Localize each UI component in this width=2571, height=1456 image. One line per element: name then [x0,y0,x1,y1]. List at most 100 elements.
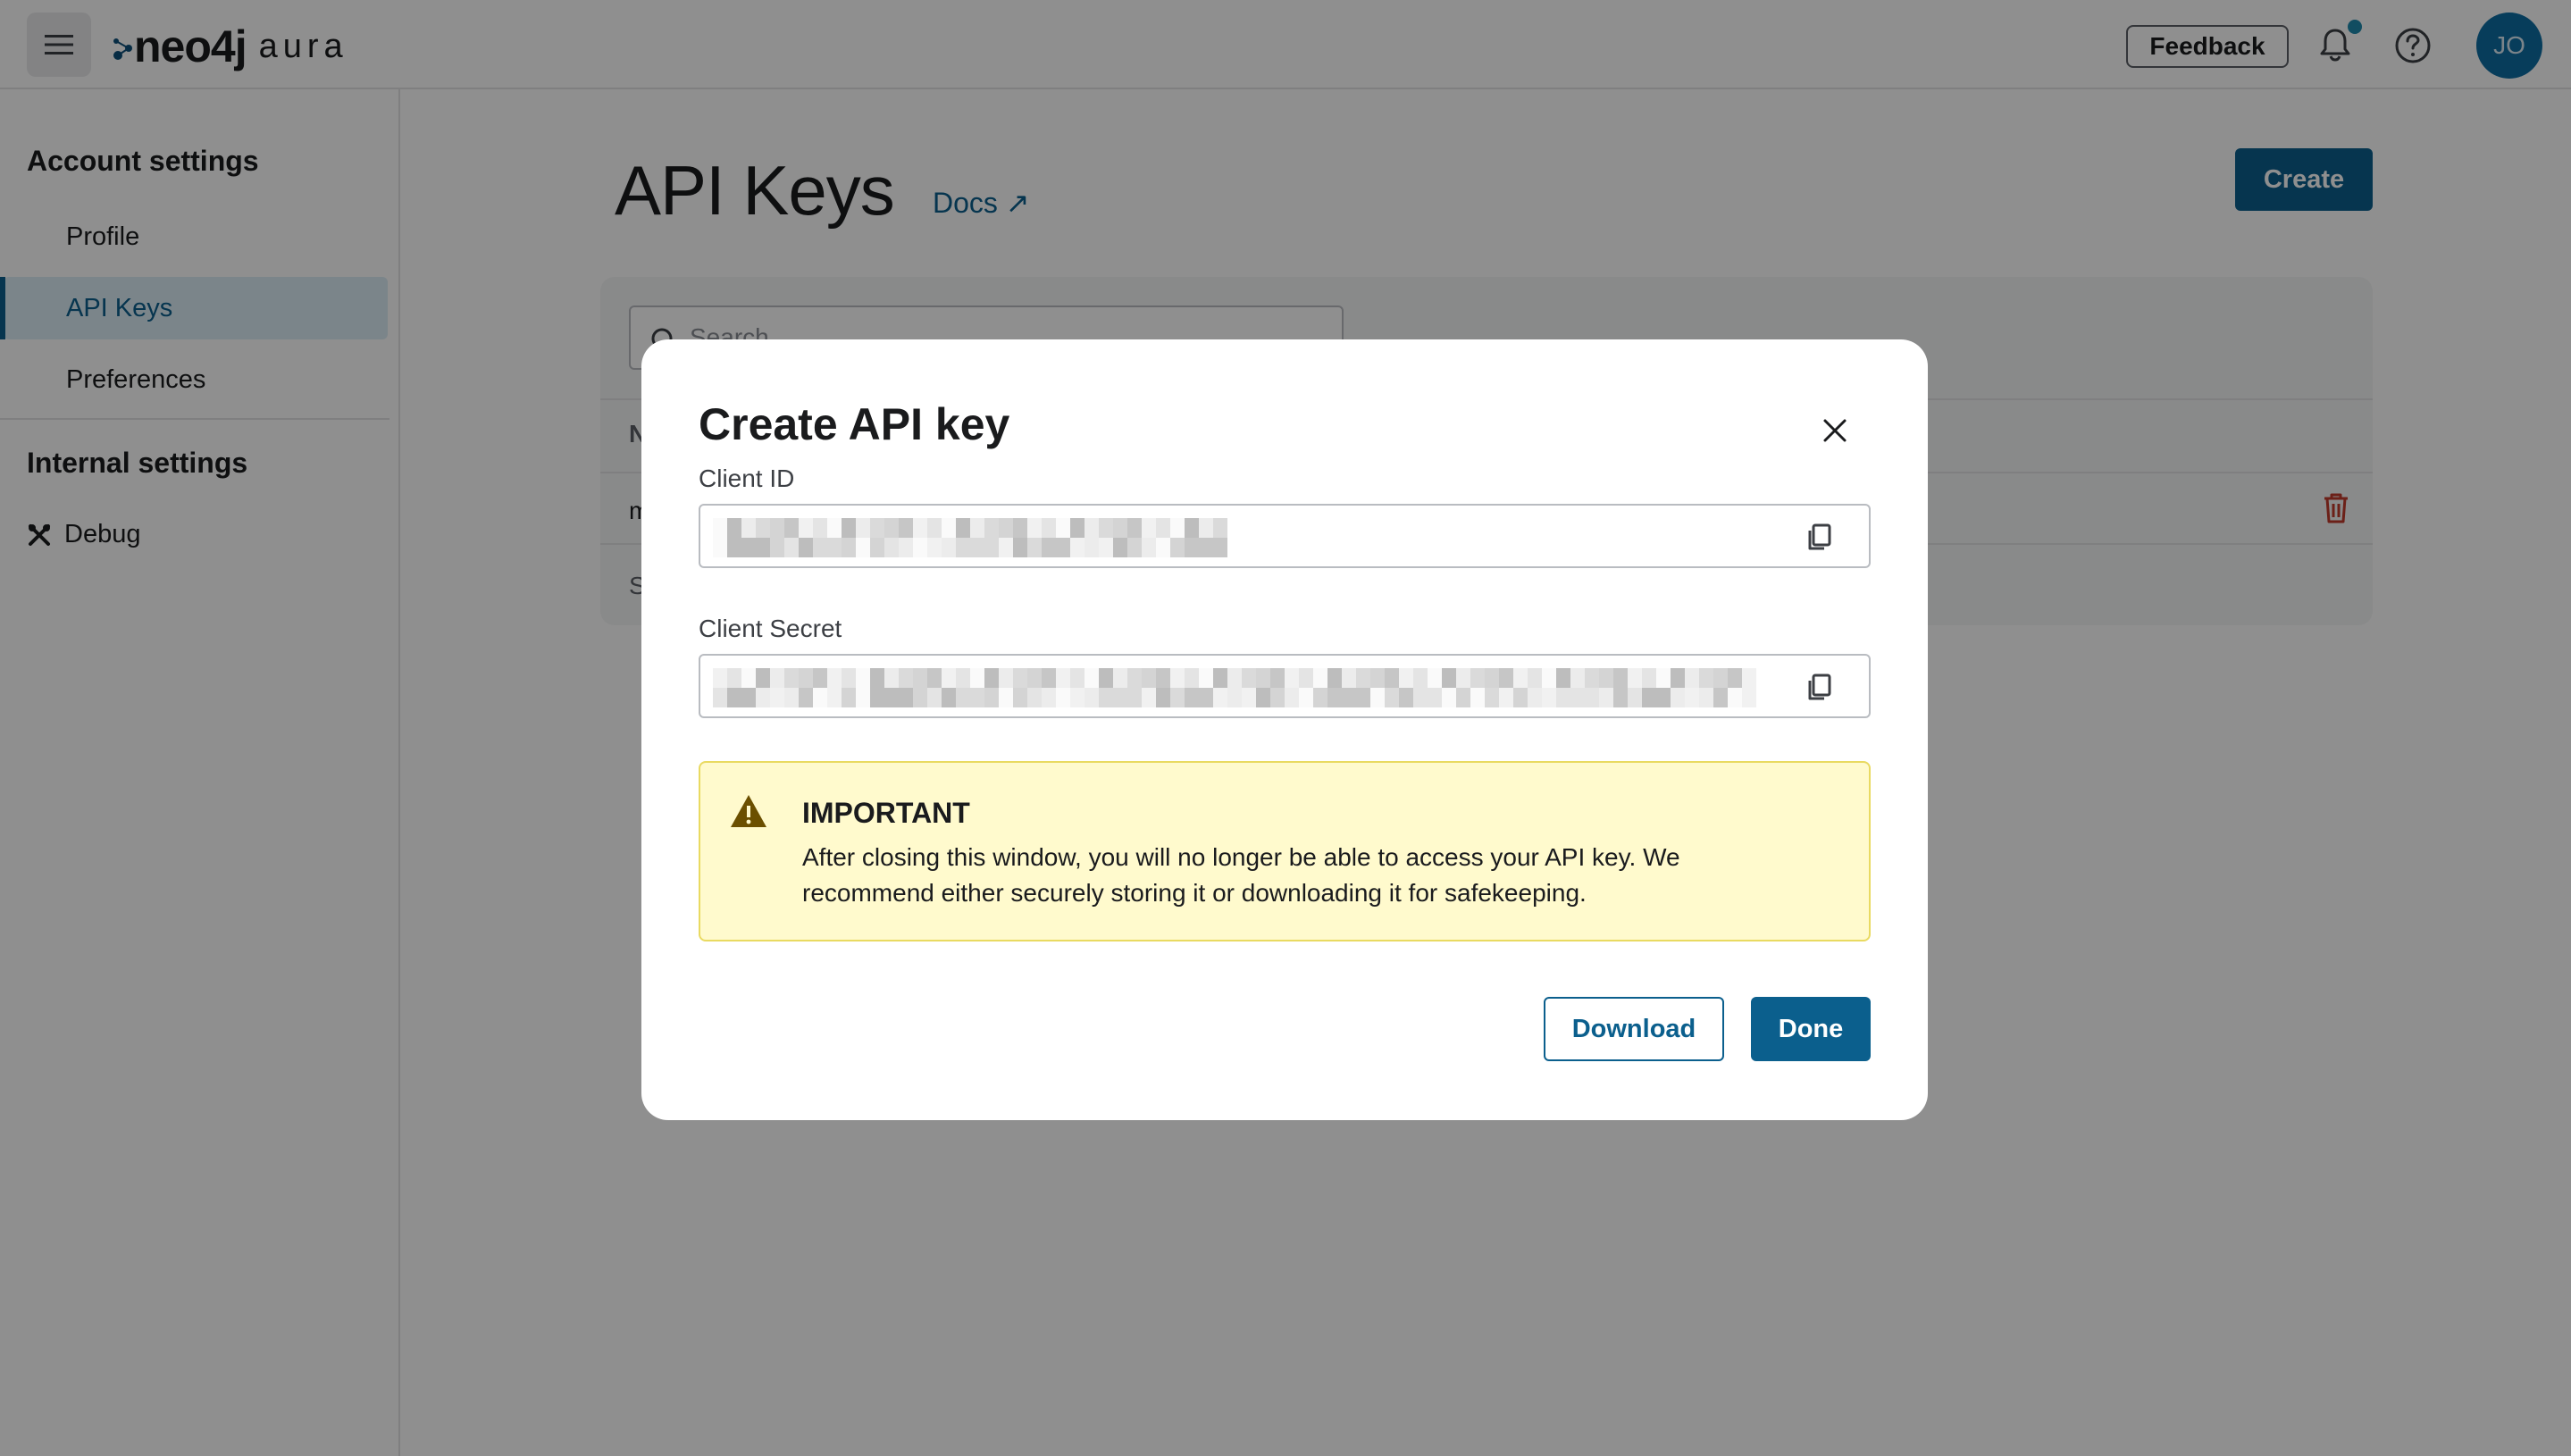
redaction-pixel [1085,668,1099,707]
redaction-pixel [1270,668,1285,707]
client-id-value-redacted [713,518,1227,557]
redaction-pixel [1099,668,1113,707]
redaction-pixel [1713,668,1728,707]
copy-client-secret-button[interactable] [1801,670,1837,706]
redaction-pixel [1070,668,1085,707]
client-id-field[interactable] [699,504,1871,568]
alert-title: IMPORTANT [802,797,970,829]
redaction-pixel [784,668,799,707]
copy-icon [1808,674,1831,700]
redaction-pixel [1185,518,1199,557]
redaction-pixel [1113,518,1127,557]
create-api-key-dialog: Create API key Client ID Client Secret I… [641,339,1928,1120]
redaction-pixel [1113,668,1127,707]
important-warning-alert: IMPORTANT After closing this window, you… [699,761,1871,941]
redaction-pixel [1556,668,1570,707]
close-button[interactable] [1817,413,1853,448]
redaction-pixel [741,518,756,557]
redaction-pixel [1528,668,1542,707]
redaction-pixel [1027,668,1042,707]
redaction-pixel [1256,668,1270,707]
redaction-pixel [970,668,984,707]
redaction-pixel [741,668,756,707]
redaction-pixel [1042,518,1056,557]
client-secret-field[interactable] [699,654,1871,718]
redaction-pixel [870,668,884,707]
redaction-pixel [1027,518,1042,557]
redaction-pixel [1742,668,1756,707]
redaction-pixel [1542,668,1556,707]
redaction-pixel [999,668,1013,707]
redaction-pixel [970,518,984,557]
redaction-pixel [1442,668,1456,707]
redaction-pixel [1599,668,1613,707]
copy-client-id-button[interactable] [1801,520,1837,556]
redaction-pixel [1142,518,1156,557]
redaction-pixel [1242,668,1256,707]
redaction-pixel [1470,668,1485,707]
redaction-pixel [784,518,799,557]
redaction-pixel [1313,668,1327,707]
redaction-pixel [842,518,856,557]
redaction-pixel [913,668,927,707]
redaction-pixel [1170,518,1185,557]
redaction-pixel [1728,668,1742,707]
redaction-pixel [1671,668,1685,707]
redaction-pixel [1499,668,1513,707]
done-button[interactable]: Done [1751,997,1871,1061]
redaction-pixel [1613,668,1628,707]
redaction-pixel [1185,668,1199,707]
redaction-pixel [1570,668,1585,707]
redaction-pixel [956,518,970,557]
redaction-pixel [1213,668,1227,707]
client-secret-value-redacted [713,668,1756,707]
warning-icon [731,795,766,827]
redaction-pixel [770,518,784,557]
redaction-pixel [999,518,1013,557]
redaction-pixel [1485,668,1499,707]
redaction-pixel [1628,668,1642,707]
redaction-pixel [1127,668,1142,707]
redaction-pixel [1199,518,1213,557]
redaction-pixel [713,668,727,707]
redaction-pixel [1342,668,1356,707]
redaction-pixel [842,668,856,707]
close-icon [1823,419,1847,442]
redaction-pixel [1585,668,1599,707]
redaction-pixel [1642,668,1656,707]
redaction-pixel [899,518,913,557]
redaction-pixel [1327,668,1342,707]
redaction-pixel [1070,518,1085,557]
redaction-pixel [884,668,899,707]
redaction-pixel [1413,668,1428,707]
redaction-pixel [856,668,870,707]
redaction-pixel [756,518,770,557]
redaction-pixel [942,668,956,707]
redaction-pixel [770,668,784,707]
redaction-pixel [1656,668,1671,707]
redaction-pixel [984,668,999,707]
redaction-pixel [1156,518,1170,557]
redaction-pixel [1456,668,1470,707]
redaction-pixel [727,518,741,557]
redaction-pixel [1356,668,1370,707]
redaction-pixel [984,518,999,557]
download-button[interactable]: Download [1544,997,1724,1061]
redaction-pixel [1399,668,1413,707]
copy-icon [1808,523,1831,550]
redaction-pixel [827,668,842,707]
redaction-pixel [927,668,942,707]
redaction-pixel [856,518,870,557]
client-id-label: Client ID [699,464,795,492]
redaction-pixel [713,518,727,557]
redaction-pixel [1213,518,1227,557]
redaction-pixel [727,668,741,707]
redaction-pixel [913,518,927,557]
redaction-pixel [1685,668,1699,707]
redaction-pixel [1385,668,1399,707]
redaction-pixel [827,518,842,557]
alert-message: After closing this window, you will no l… [802,843,1680,907]
redaction-pixel [1299,668,1313,707]
redaction-pixel [799,518,813,557]
redaction-pixel [799,668,813,707]
